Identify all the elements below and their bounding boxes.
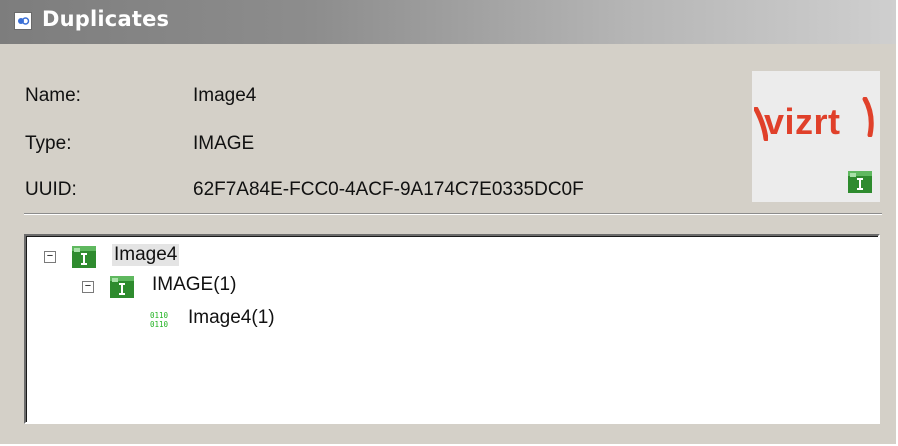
asset-thumbnail: vizrt	[752, 71, 880, 202]
image-type-icon	[110, 276, 134, 298]
name-label: Name:	[25, 85, 81, 106]
tree-node-label[interactable]: IMAGE(1)	[152, 274, 236, 296]
tree-node-label[interactable]: Image4	[112, 244, 180, 266]
section-divider	[24, 213, 882, 215]
image-type-icon	[848, 171, 872, 193]
name-value: Image4	[193, 85, 257, 106]
logo-right-mark	[862, 97, 874, 137]
tree-node-label[interactable]: Image4(1)	[188, 307, 275, 329]
type-label: Type:	[25, 133, 72, 154]
collapse-toggle[interactable]: −	[82, 281, 94, 293]
window-app-icon	[14, 12, 32, 30]
collapse-toggle[interactable]: −	[44, 251, 56, 263]
duplicates-tree[interactable]: − Image4 − IMAGE(1) 0110 0110 Image4(1)	[24, 234, 880, 424]
title-bar[interactable]: Duplicates	[0, 0, 896, 44]
type-value: IMAGE	[193, 133, 255, 154]
svg-text:0110: 0110	[150, 311, 169, 320]
uuid-value: 62F7A84E-FCC0-4ACF-9A174C7E0335DC0F	[193, 179, 584, 200]
binary-data-icon: 0110 0110	[150, 311, 169, 328]
window-title: Duplicates	[42, 7, 170, 31]
vizrt-logo-text: vizrt	[764, 101, 841, 142]
tree-node[interactable]: 0110 0110 Image4(1)	[26, 307, 326, 331]
uuid-label: UUID:	[25, 179, 77, 200]
image-type-icon	[72, 246, 96, 268]
tree-node[interactable]: − Image4	[26, 244, 326, 268]
svg-text:0110: 0110	[150, 320, 169, 328]
tree-node[interactable]: − IMAGE(1)	[26, 274, 326, 298]
duplicates-window: Duplicates Name: Image4 Type: IMAGE UUID…	[0, 0, 898, 446]
